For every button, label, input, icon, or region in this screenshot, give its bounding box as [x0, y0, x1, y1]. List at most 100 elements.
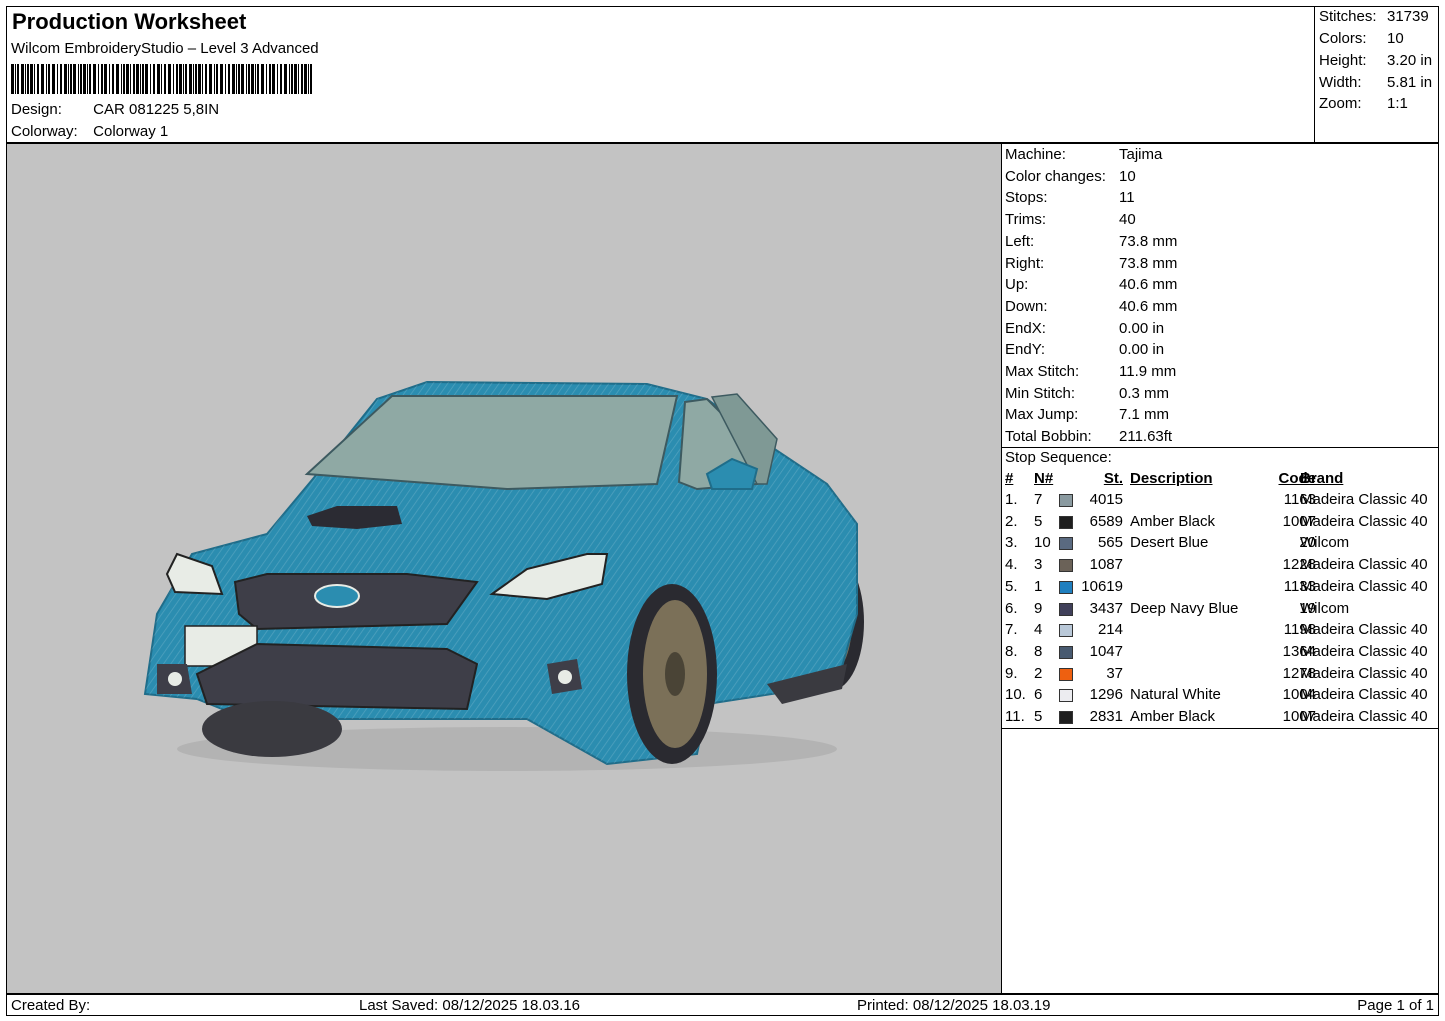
stitch-count: 37	[1106, 664, 1123, 682]
barcode-bar	[98, 64, 99, 94]
machine-info-label: Right:	[1005, 254, 1045, 272]
page-title: Production Worksheet	[12, 9, 247, 34]
machine-info-label: Left:	[1005, 232, 1035, 250]
barcode-bar	[123, 64, 125, 94]
barcode-bar	[238, 64, 240, 94]
machine-info-value: 0.00 in	[1119, 319, 1165, 337]
barcode-bar	[80, 64, 82, 94]
barcode-bar	[301, 64, 303, 94]
barcode-bar	[30, 64, 33, 94]
design-summary: Stitches: 31739 Colors: 10 Height: 3.20 in …	[1314, 7, 1440, 142]
barcode-bar	[202, 64, 203, 94]
barcode-bar	[291, 64, 293, 94]
barcode-bar	[225, 64, 226, 94]
machine-info-row: Max Stitch: 11.9 mm	[1005, 363, 1176, 380]
thread-brand: Madeira Classic 40	[1300, 491, 1428, 508]
barcode-bar	[37, 64, 39, 94]
colorway-value: Colorway 1	[93, 123, 169, 140]
barcode-bar	[266, 64, 267, 94]
color-swatch	[1059, 515, 1073, 529]
barcode-bar	[46, 64, 47, 94]
barcode-bar	[198, 64, 201, 94]
row-index: 11.	[1005, 708, 1025, 725]
machine-info-value: 11	[1119, 189, 1135, 207]
table-row: 8. 8 1047 1364 Madeira Classic 40	[1002, 643, 1438, 664]
color-swatch	[1059, 645, 1073, 659]
machine-info-row: Trims: 40	[1005, 211, 1136, 228]
color-swatch	[1059, 624, 1073, 638]
thread-brand: Madeira Classic 40	[1300, 512, 1428, 530]
color-swatch	[1059, 689, 1073, 703]
height-label: Height:	[1319, 52, 1367, 69]
stitches-value: 31739	[1387, 8, 1429, 25]
machine-info-label: Trims:	[1005, 211, 1047, 229]
machine-info-row: Total Bobbin: 211.63ft	[1005, 428, 1172, 445]
stitch-count: 4015	[1089, 491, 1123, 508]
barcode-bar	[87, 64, 88, 94]
color-swatch	[1059, 537, 1073, 551]
table-row: 3. 10 565 Desert Blue 20 Wilcom	[1002, 534, 1438, 555]
zoom-value: 1:1	[1387, 95, 1408, 112]
machine-info-row: EndX: 0.00 in	[1005, 320, 1164, 337]
col-header-needle: N#	[1034, 470, 1054, 487]
barcode-bar	[48, 64, 50, 94]
barcode-bar	[195, 64, 197, 94]
barcode-bar	[209, 64, 212, 94]
thread-description: Amber Black	[1130, 708, 1216, 725]
table-row: 4. 3 1087 1228 Madeira Classic 40	[1002, 556, 1438, 577]
machine-info-label: Up:	[1005, 276, 1029, 294]
barcode-bar	[284, 64, 287, 94]
machine-info-row: Color changes: 10	[1005, 168, 1136, 185]
machine-info-value: 11.9 mm	[1119, 363, 1177, 380]
barcode-bar	[214, 64, 215, 94]
barcode-bar	[269, 64, 271, 94]
thread-brand: Madeira Classic 40	[1300, 577, 1428, 595]
needle-number: 5	[1034, 708, 1043, 725]
barcode-bar	[310, 64, 312, 94]
machine-info-label: Color changes:	[1005, 167, 1106, 185]
thread-brand: Wilcom	[1300, 534, 1350, 552]
color-swatch	[1059, 580, 1073, 594]
barcode-bar	[130, 64, 131, 94]
needle-number: 1	[1034, 577, 1043, 595]
row-index: 9.	[1005, 664, 1018, 682]
thread-description: Deep Navy Blue	[1130, 599, 1239, 617]
barcode-bar	[232, 64, 235, 94]
barcode-bar	[73, 64, 76, 94]
machine-info-value: 40	[1119, 211, 1136, 229]
barcode-bar	[104, 64, 107, 94]
table-row: 6. 9 3437 Deep Navy Blue 19 Wilcom	[1002, 600, 1438, 621]
needle-number: 8	[1034, 642, 1043, 660]
thread-brand: Wilcom	[1300, 599, 1350, 617]
needle-number: 10	[1034, 534, 1051, 552]
barcode-bar	[145, 64, 148, 94]
machine-info-label: EndX:	[1005, 319, 1046, 337]
machine-info-row: Down: 40.6 mm	[1005, 298, 1177, 315]
machine-info-row: Stops: 11	[1005, 189, 1135, 206]
table-row: 11. 5 2831 Amber Black 1007 Madeira Classic 4…	[1002, 708, 1438, 729]
stitch-count: 2831	[1089, 708, 1123, 725]
row-index: 7.	[1005, 621, 1018, 639]
row-index: 2.	[1005, 512, 1018, 530]
row-index: 8.	[1005, 642, 1018, 660]
thread-brand: Madeira Classic 40	[1300, 621, 1428, 639]
barcode-bar	[112, 64, 114, 94]
divider	[1002, 728, 1438, 729]
barcode-bar	[183, 64, 184, 94]
table-row: 2. 5 6589 Amber Black 1007 Madeira Classic 40	[1002, 513, 1438, 534]
color-swatch	[1059, 711, 1073, 724]
needle-number: 2	[1034, 664, 1043, 682]
barcode-bar	[220, 64, 223, 94]
barcode-bar	[25, 64, 26, 94]
created-by: Created By:	[11, 997, 91, 1014]
needle-number: 9	[1034, 599, 1043, 617]
barcode-bar	[185, 64, 187, 94]
thread-brand: Madeira Classic 40	[1300, 708, 1428, 725]
design-preview-canvas	[6, 143, 1002, 994]
barcode-bar	[17, 64, 19, 94]
barcode-bar	[57, 64, 58, 94]
barcode-bar	[126, 64, 129, 94]
color-swatch	[1059, 559, 1073, 573]
thread-description: Desert Blue	[1130, 534, 1209, 552]
machine-info-row: Up: 40.6 mm	[1005, 276, 1177, 293]
